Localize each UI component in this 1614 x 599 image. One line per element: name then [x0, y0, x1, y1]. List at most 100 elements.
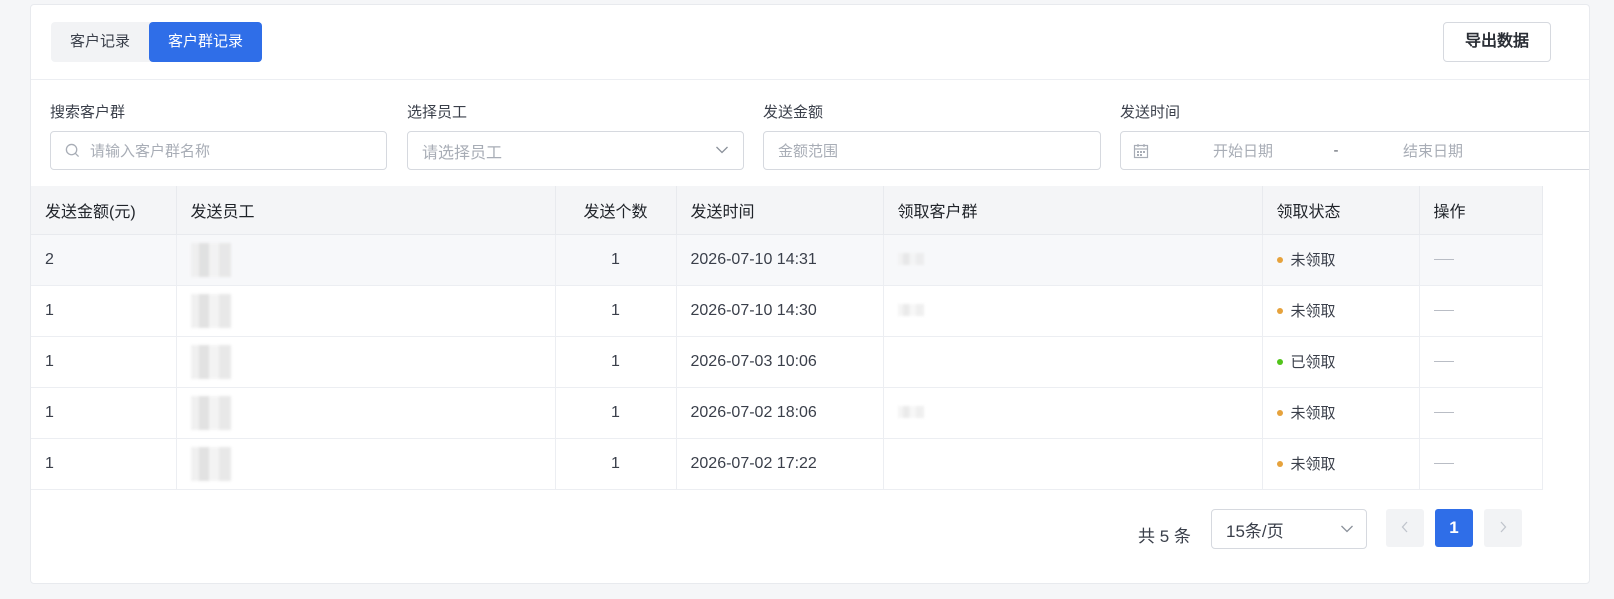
column-header-action: 操作 — [1418, 186, 1543, 235]
employee-avatar-redacted — [190, 395, 231, 430]
next-page-button[interactable] — [1484, 509, 1522, 547]
status-dot — [1276, 460, 1283, 467]
employee-cell — [175, 386, 556, 439]
amount-cell: 1 — [31, 335, 177, 388]
count-cell: 1 — [554, 233, 677, 286]
calendar-icon — [1133, 143, 1149, 159]
time-cell: 2026-07-10 14:31 — [675, 233, 884, 286]
empty-dash — [1433, 462, 1454, 464]
count-cell: 1 — [554, 284, 677, 337]
group-cell — [882, 386, 1263, 439]
group-cell — [882, 437, 1263, 490]
action-cell — [1418, 386, 1543, 439]
record-type-switch: 客户记录 客户群记录 — [51, 22, 263, 62]
group-name-redacted — [897, 406, 924, 419]
count-cell: 1 — [554, 335, 677, 388]
start-date-input[interactable]: 开始日期 — [1193, 140, 1293, 161]
column-header-time[interactable]: 发送时间 — [675, 186, 884, 235]
count-cell: 1 — [554, 386, 677, 439]
page-size-value: 15条/页 — [1226, 521, 1284, 541]
employee-avatar-redacted — [190, 446, 231, 481]
date-range-separator: - — [1333, 142, 1339, 159]
employee-label: 选择员工 — [407, 104, 468, 121]
empty-dash — [1433, 309, 1454, 311]
empty-dash — [1433, 360, 1454, 362]
amount-cell: 1 — [31, 386, 177, 439]
search-icon — [65, 143, 80, 158]
employee-placeholder: 请选择员工 — [422, 144, 503, 162]
amount-label: 发送金额 — [763, 104, 824, 121]
employee-cell — [175, 437, 556, 490]
column-header-count[interactable]: 发送个数 — [554, 186, 677, 235]
tab-group-records[interactable]: 客户群记录 — [149, 22, 263, 62]
group-search-placeholder: 请输入客户群名称 — [90, 143, 211, 160]
table-header-row: 发送金额(元) 发送员工 发送个数 发送时间 领取客户群 领取状态 操作 — [31, 186, 1543, 235]
action-cell — [1418, 233, 1543, 286]
send-time-label: 发送时间 — [1120, 104, 1181, 121]
action-cell — [1418, 284, 1543, 337]
status-dot — [1276, 409, 1283, 416]
group-search-input[interactable]: 请输入客户群名称 — [50, 131, 387, 170]
pagination-total: 共 5 条 — [1138, 527, 1191, 546]
records-table: 发送金额(元) 发送员工 发送个数 发送时间 领取客户群 领取状态 操作 2 1… — [31, 186, 1543, 490]
table-row[interactable]: 1 1 2026-07-02 18:06 未领取 — [31, 386, 1543, 439]
time-cell: 2026-07-02 18:06 — [675, 386, 884, 439]
table-row[interactable]: 1 1 2026-07-10 14:30 未领取 — [31, 284, 1543, 337]
time-cell: 2026-07-02 17:22 — [675, 437, 884, 490]
page-button-current[interactable]: 1 — [1435, 509, 1473, 547]
table-row[interactable]: 2 1 2026-07-10 14:31 未领取 — [31, 233, 1543, 286]
group-cell — [882, 284, 1263, 337]
time-cell: 2026-07-10 14:30 — [675, 284, 884, 337]
amount-range-input[interactable]: 金额范围 — [763, 131, 1101, 170]
employee-avatar-redacted — [190, 344, 231, 379]
end-date-input[interactable]: 结束日期 — [1383, 140, 1483, 161]
page-size-select[interactable]: 15条/页 — [1211, 509, 1367, 549]
table-row[interactable]: 1 1 2026-07-02 17:22 未领取 — [31, 437, 1543, 490]
prev-page-button[interactable] — [1386, 509, 1424, 547]
status-text: 未领取 — [1290, 456, 1336, 473]
group-search-label: 搜索客户群 — [50, 104, 126, 121]
tab-customer-records[interactable]: 客户记录 — [51, 22, 149, 62]
employee-select[interactable]: 请选择员工 — [407, 131, 744, 170]
group-name-redacted — [897, 253, 924, 266]
chevron-down-icon — [715, 145, 729, 155]
table-row[interactable]: 1 1 2026-07-03 10:06 已领取 — [31, 335, 1543, 388]
status-dot — [1276, 256, 1283, 263]
column-header-status[interactable]: 领取状态 — [1261, 186, 1420, 235]
status-cell: 未领取 — [1261, 233, 1420, 286]
column-header-group[interactable]: 领取客户群 — [882, 186, 1263, 235]
employee-avatar-redacted — [190, 242, 231, 277]
status-text: 未领取 — [1290, 303, 1336, 320]
status-cell: 未领取 — [1261, 284, 1420, 337]
records-card: 客户记录 客户群记录 导出数据 搜索客户群 请输入客户群名称 选择员工 请选择员… — [30, 4, 1590, 584]
status-cell: 未领取 — [1261, 437, 1420, 490]
action-cell — [1418, 437, 1543, 490]
status-text: 未领取 — [1290, 252, 1336, 269]
empty-dash — [1433, 411, 1454, 413]
export-button[interactable]: 导出数据 — [1443, 22, 1551, 62]
amount-cell: 1 — [31, 437, 177, 490]
action-cell — [1418, 335, 1543, 388]
employee-cell — [175, 233, 556, 286]
chevron-right-icon — [1499, 520, 1507, 537]
chevron-left-icon — [1401, 520, 1409, 537]
column-header-amount[interactable]: 发送金额(元) — [31, 186, 177, 235]
amount-cell: 2 — [31, 233, 177, 286]
amount-cell: 1 — [31, 284, 177, 337]
group-cell — [882, 335, 1263, 388]
empty-dash — [1433, 258, 1454, 260]
column-header-employee[interactable]: 发送员工 — [175, 186, 556, 235]
date-range-picker[interactable]: 开始日期 - 结束日期 — [1120, 131, 1589, 170]
time-cell: 2026-07-03 10:06 — [675, 335, 884, 388]
count-cell: 1 — [554, 437, 677, 490]
employee-cell — [175, 284, 556, 337]
status-text: 已领取 — [1290, 354, 1336, 371]
status-dot — [1276, 307, 1283, 314]
toolbar: 客户记录 客户群记录 导出数据 — [31, 5, 1589, 80]
status-dot — [1276, 358, 1283, 365]
employee-cell — [175, 335, 556, 388]
status-cell: 未领取 — [1261, 386, 1420, 439]
status-cell: 已领取 — [1261, 335, 1420, 388]
amount-placeholder: 金额范围 — [778, 143, 839, 160]
group-cell — [882, 233, 1263, 286]
